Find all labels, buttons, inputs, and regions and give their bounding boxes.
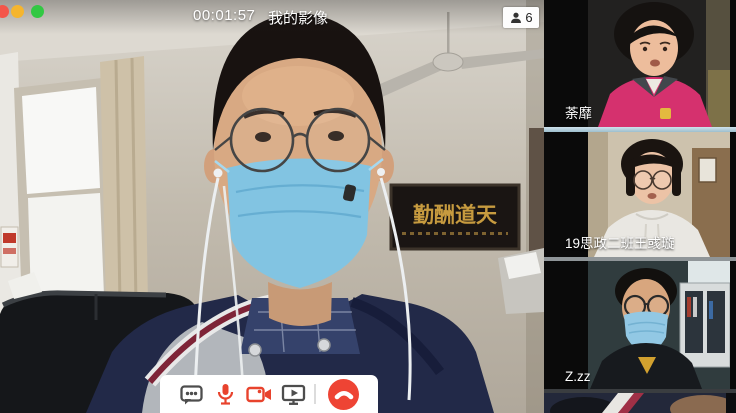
microphone-button[interactable] <box>208 379 242 409</box>
screen-share-button[interactable] <box>276 379 310 409</box>
window-minimize-button[interactable] <box>11 5 24 18</box>
participant-name: 19思政二班王彧璇 <box>565 232 675 252</box>
participant-name: 荼靡 <box>565 102 592 122</box>
participant-tile-2[interactable]: 19思政二班王彧璇 <box>544 132 736 257</box>
screen-share-icon <box>280 381 307 408</box>
participants-sidebar: 的 <box>544 0 736 413</box>
participant-tile-4-partial[interactable] <box>544 393 736 413</box>
end-call-button[interactable] <box>328 379 359 410</box>
jacket-button <box>249 344 261 356</box>
glasses <box>634 171 652 189</box>
main-video-tile[interactable]: 00:01:57 我的影像 6 勤酬道天 <box>0 0 544 413</box>
call-timer: 00:01:57 <box>193 7 255 24</box>
control-divider <box>314 384 316 404</box>
person-icon <box>509 11 523 25</box>
participant-video-1 <box>588 0 730 127</box>
call-control-bar <box>160 375 378 413</box>
participant-video-3 <box>588 261 730 389</box>
participant-tile-1[interactable]: 荼靡 <box>544 0 736 127</box>
participant-tile-3[interactable]: Z.zz <box>544 261 736 389</box>
curtain <box>100 56 148 306</box>
video-camera-icon <box>245 381 273 408</box>
window-pane-lower <box>28 193 104 301</box>
window-pane-upper <box>22 87 100 194</box>
meeting-window: 00:01:57 我的影像 6 勤酬道天 的 <box>0 0 736 413</box>
participant-name: Z.zz <box>565 369 591 384</box>
calligraphy-subtext-line <box>402 232 508 235</box>
calligraphy-text: 勤酬道天 <box>394 193 516 235</box>
phone-hangup-icon <box>333 383 355 405</box>
jacket-button <box>318 339 330 351</box>
chat-bubble-icon <box>178 381 205 408</box>
photo-frame <box>699 158 716 182</box>
main-video-label: 我的影像 <box>268 7 328 28</box>
microphone-icon <box>212 381 239 408</box>
camera-button[interactable] <box>242 379 276 409</box>
chat-button[interactable] <box>174 379 208 409</box>
window-zoom-button[interactable] <box>31 5 44 18</box>
participant-count: 6 <box>525 10 532 25</box>
participant-count-badge[interactable]: 6 <box>503 7 539 28</box>
